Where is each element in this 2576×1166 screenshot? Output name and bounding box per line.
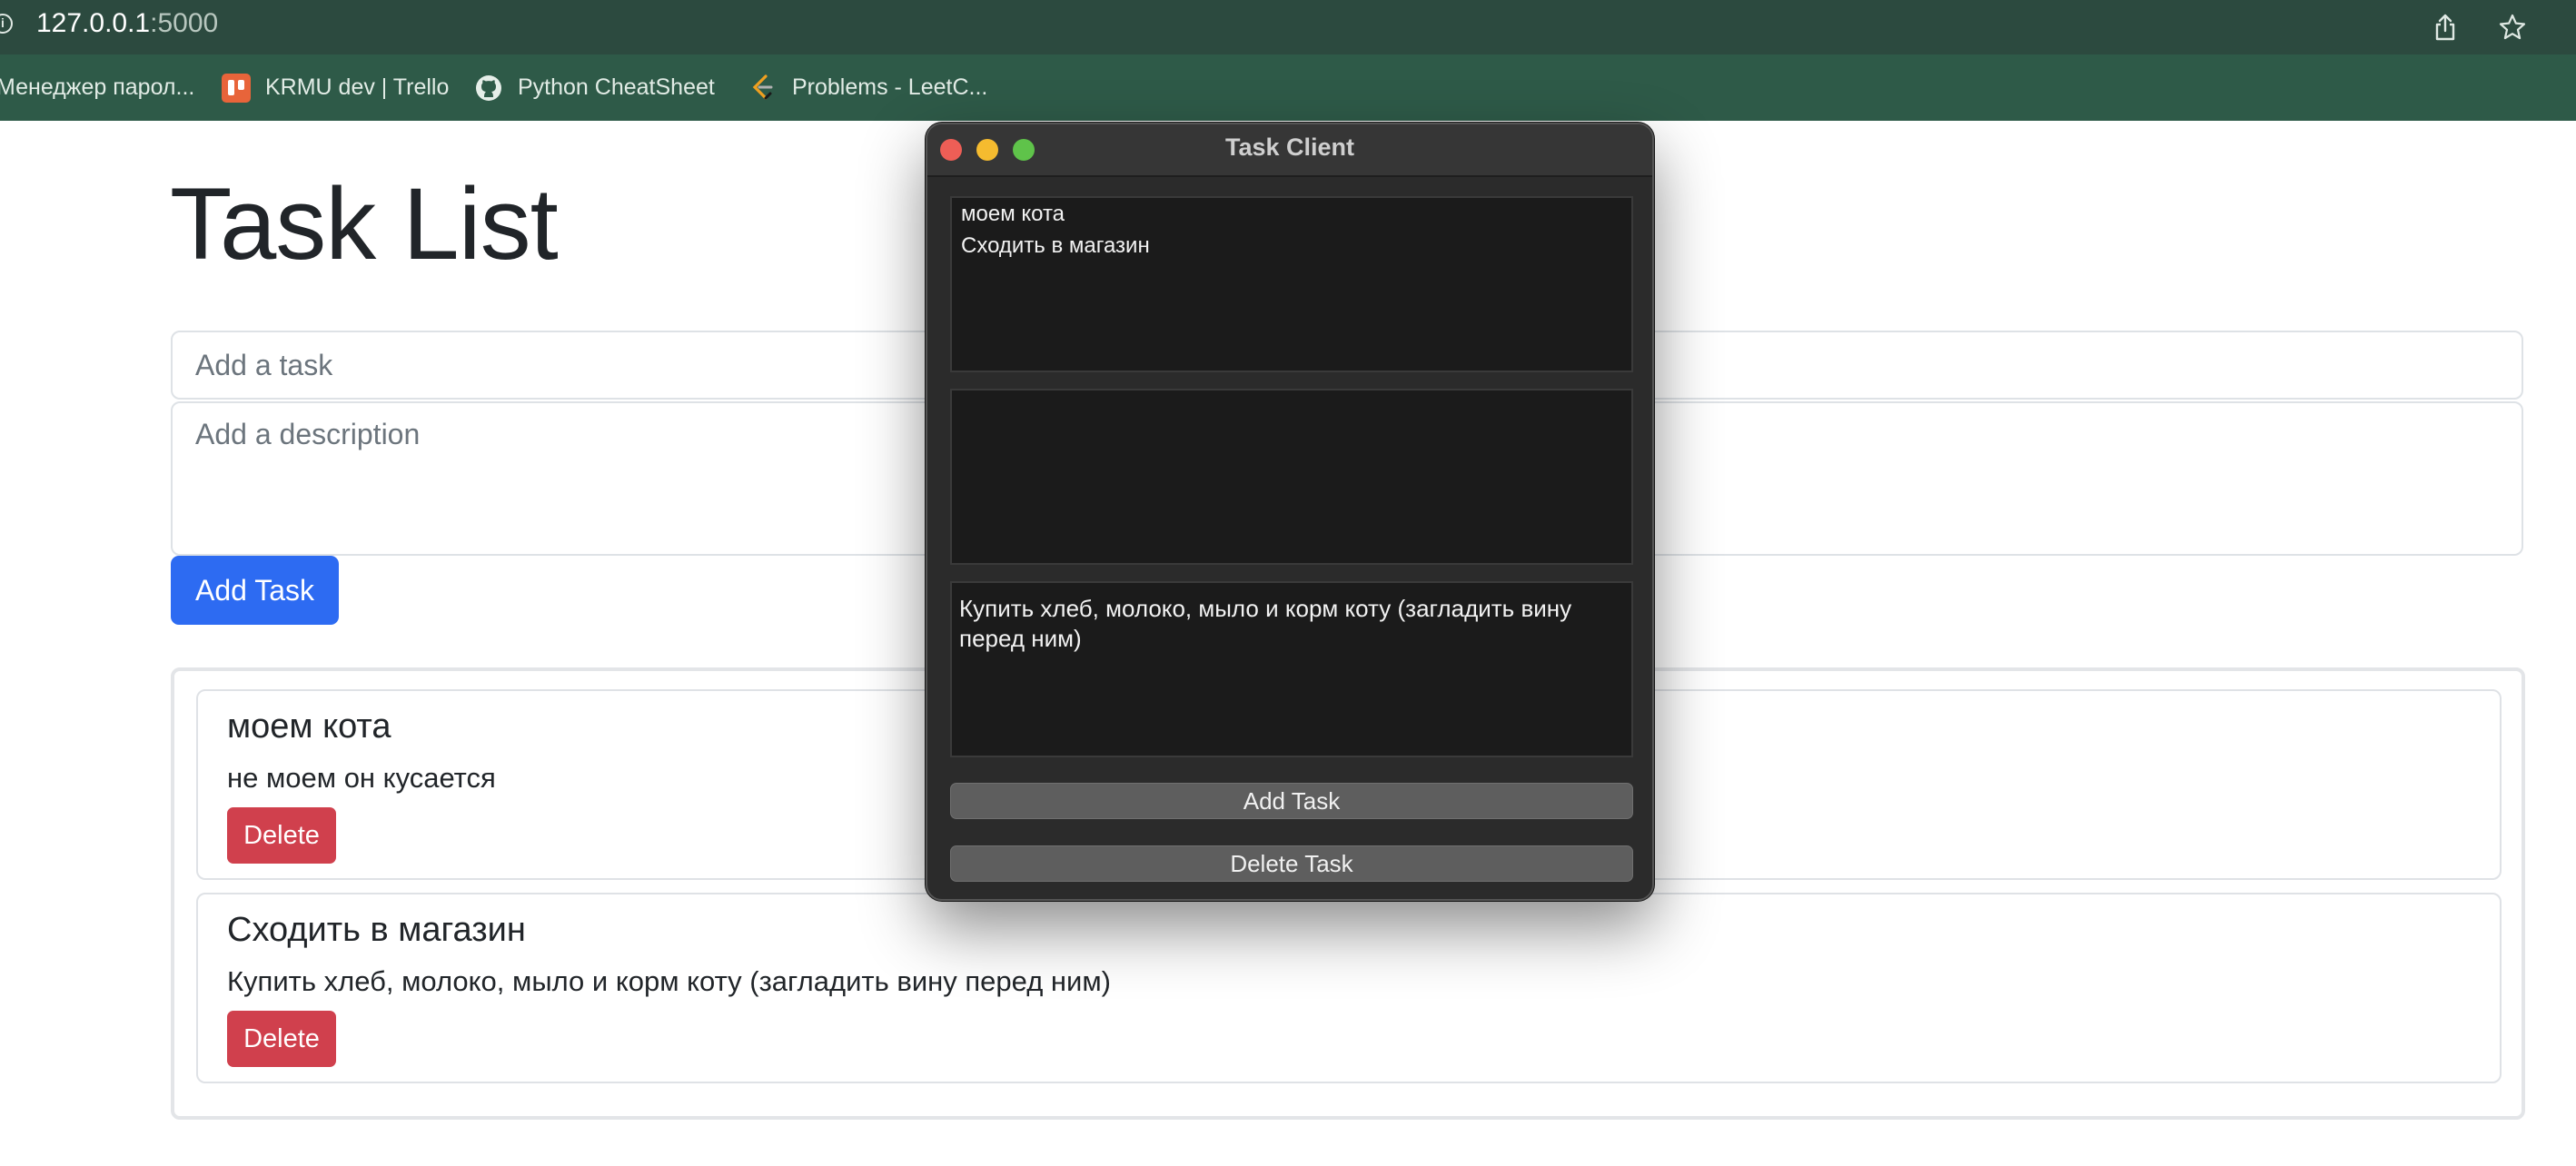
task-card-description: Купить хлеб, молоко, мыло и корм коту (з… [227,965,1111,997]
bookmark-password-manager[interactable]: Менеджер парол... [0,54,194,121]
window-titlebar[interactable]: Task Client [927,124,1652,177]
bookmarks-bar: Менеджер парол... KRMU dev | Trello Pyth… [0,54,2576,121]
title-entry-field[interactable] [950,389,1633,565]
window-title: Task Client [1224,133,1355,161]
task-listbox[interactable]: моем кота Сходить в магазин [950,196,1633,372]
client-delete-task-button[interactable]: Delete Task [950,845,1633,882]
add-task-button[interactable]: Add Task [171,556,339,625]
delete-task-button[interactable]: Delete [227,1011,336,1067]
bookmark-trello[interactable]: KRMU dev | Trello [222,54,449,121]
site-info-icon[interactable]: i [0,14,13,34]
client-add-task-button[interactable]: Add Task [950,783,1633,819]
task-client-window: Task Client моем кота Сходить в магазин … [926,123,1654,901]
task-card-description: не моем он кусается [227,762,496,794]
bookmark-label: KRMU dev | Trello [265,74,450,100]
url-port: :5000 [150,8,219,38]
url-text[interactable]: 127.0.0.1:5000 [36,8,218,39]
bookmark-leetcode[interactable]: Problems - LeetC... [748,54,987,121]
bookmark-python-cheatsheet[interactable]: Python CheatSheet [474,54,715,121]
delete-task-button[interactable]: Delete [227,807,336,864]
title-entry-value [952,390,1631,412]
share-icon[interactable] [2427,9,2463,45]
description-text-value: Купить хлеб, молоко, мыло и корм коту (з… [959,595,1572,652]
task-card-title: Сходить в магазин [227,911,526,949]
task-card-title: моем кота [227,707,391,746]
description-text-field[interactable]: Купить хлеб, молоко, мыло и корм коту (з… [950,581,1633,757]
trello-icon [222,73,251,103]
task-card: Сходить в магазин Купить хлеб, молоко, м… [196,893,2502,1083]
bookmark-star-icon[interactable] [2494,9,2531,45]
bookmark-label: Python CheatSheet [518,74,715,100]
listbox-item[interactable]: Сходить в магазин [952,230,1631,262]
listbox-item[interactable]: моем кота [952,198,1631,230]
leetcode-icon [748,74,778,103]
github-icon [474,74,503,103]
bookmark-label: Менеджер парол... [0,74,195,100]
url-host: 127.0.0.1 [36,8,151,38]
page-title: Task List [170,167,559,281]
browser-address-bar[interactable]: i 127.0.0.1:5000 [0,0,2576,54]
bookmark-label: Problems - LeetC... [792,74,988,100]
